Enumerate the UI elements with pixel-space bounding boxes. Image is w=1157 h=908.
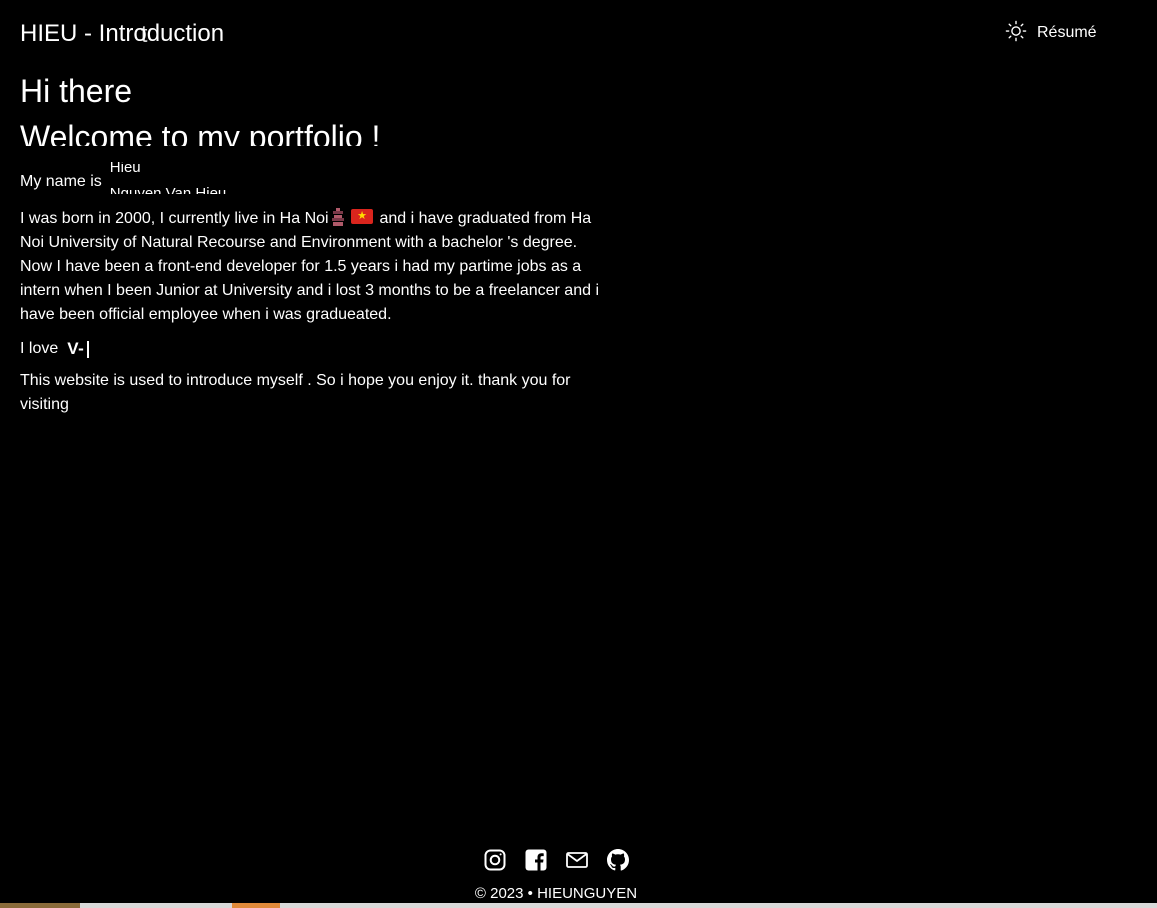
bio-text-1: I was born in 2000, I currently live in … (20, 210, 329, 227)
bio-paragraph: I was born in 2000, I currently live in … (20, 207, 610, 327)
love-typed-text: V- (67, 339, 85, 358)
typing-cursor (87, 340, 90, 358)
love-row: I love V- (20, 337, 610, 361)
closing-paragraph: This website is used to introduce myself… (20, 372, 571, 413)
site-title[interactable]: HIEU - In t troduction (20, 19, 224, 49)
facebook-icon[interactable] (524, 848, 548, 872)
resume-label: Résumé (1037, 24, 1097, 41)
strip-segment-1 (0, 903, 80, 908)
love-label: I love (20, 340, 59, 357)
mail-icon[interactable] (565, 848, 589, 872)
bottom-strip (0, 903, 1157, 908)
intro-section: My name is Hieu Nguyen Van Hieu I was bo… (20, 162, 610, 417)
name-option-short: Hieu (109, 162, 141, 176)
page: HIEU - In t troduction Résumé Hi there Wel… (0, 0, 1157, 908)
site-title-prefix: HIEU - In (20, 20, 119, 47)
name-label: My name is (20, 173, 102, 190)
name-row: My name is Hieu Nguyen Van Hieu (20, 162, 610, 194)
instagram-icon[interactable] (483, 848, 507, 872)
site-title-suffix-wrap: t troduction (118, 20, 225, 48)
hero-line-1: Hi there (20, 73, 133, 109)
hero-greeting: Hi there Welcome to my portfolio ! (20, 70, 580, 146)
resume-link[interactable]: Résumé (1005, 20, 1097, 47)
site-title-suffix: troduction (118, 20, 225, 47)
sun-icon (1005, 20, 1027, 47)
name-rotator: Hieu Nguyen Van Hieu (110, 162, 250, 194)
social-links (483, 848, 630, 872)
github-icon[interactable] (606, 848, 630, 872)
site-title-glitch: t (140, 21, 148, 48)
name-option-full: Nguyen Van Hieu (109, 185, 227, 194)
hero-line-2: Welcome to my portfolio ! (20, 119, 381, 146)
strip-segment-2 (232, 903, 280, 908)
pagoda-icon (331, 208, 345, 226)
vietnam-flag-icon (351, 208, 374, 224)
copyright: © 2023 • HIEUNGUYEN (474, 885, 638, 902)
